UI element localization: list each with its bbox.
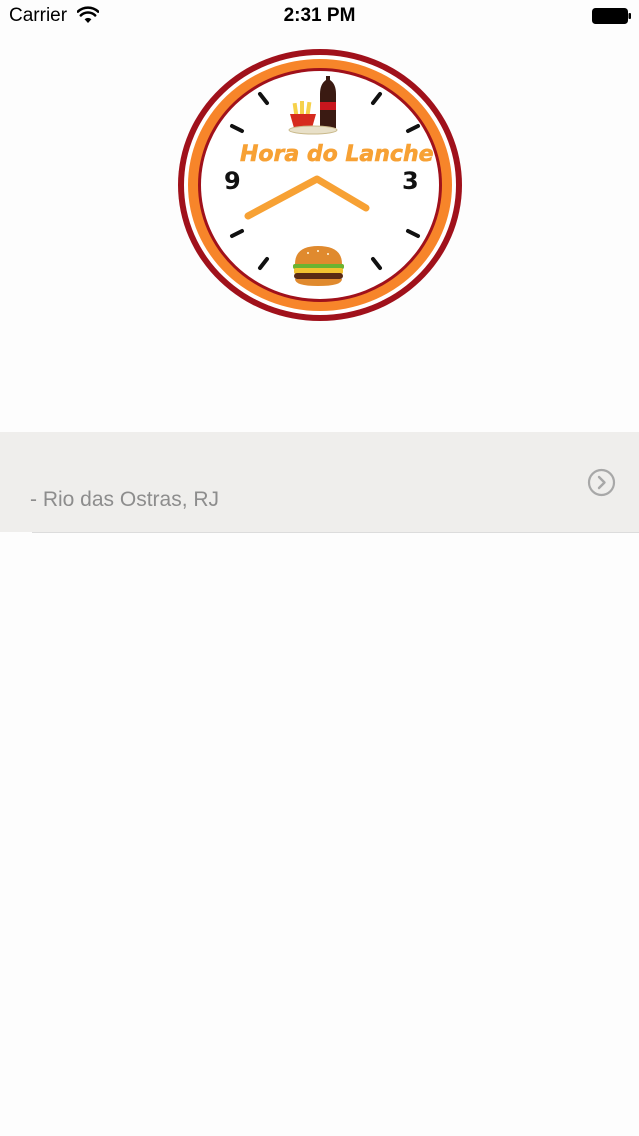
numeral-3: 3 <box>402 167 419 195</box>
chevron-right-circle-icon[interactable] <box>587 468 616 497</box>
numeral-9: 9 <box>224 167 241 195</box>
hora-do-lanche-logo: 9 3 Hora do Lanche <box>178 49 462 321</box>
location-row[interactable]: - Rio das Ostras, RJ <box>0 432 639 532</box>
status-time: 2:31 PM <box>283 5 356 26</box>
status-bar: Carrier 2:31 PM <box>0 0 639 34</box>
logo-title: Hora do Lanche <box>240 142 434 167</box>
location-label: - Rio das Ostras, RJ <box>30 488 220 511</box>
battery-icon <box>592 8 631 24</box>
row-separator <box>32 532 639 533</box>
burger-icon <box>293 246 344 286</box>
